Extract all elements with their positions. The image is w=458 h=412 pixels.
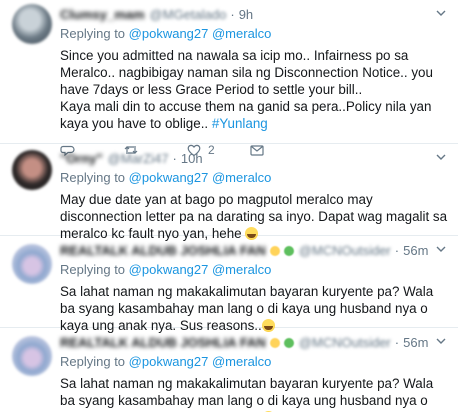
green-heart-emoji-icon — [283, 337, 294, 348]
tweet-text: May due date yan at bago po magputol mer… — [60, 191, 448, 242]
timestamp[interactable]: 56m — [403, 243, 428, 258]
tweet-body: Sa lahat naman ng makakalimutan bayaran … — [60, 284, 434, 333]
replying-to-label: Replying to — [60, 262, 126, 277]
reply-mentions[interactable]: @pokwang27 @meralco — [129, 26, 272, 41]
chevron-down-icon[interactable] — [436, 244, 446, 254]
display-name[interactable]: REALTALK ALDUB JOSHLIA FAN — [60, 243, 266, 258]
display-name[interactable]: Clumsy_mam — [60, 7, 145, 22]
replying-to: Replying to @pokwang27 @meralco — [60, 170, 448, 185]
replying-to: Replying to @pokwang27 @meralco — [60, 262, 448, 277]
user-handle[interactable]: @MCNOutsider — [299, 243, 391, 258]
chevron-down-icon[interactable] — [436, 8, 446, 18]
chevron-down-icon[interactable] — [436, 336, 446, 346]
hashtag-link[interactable]: #Yunlang — [212, 116, 268, 131]
display-name[interactable]: "Orny" — [60, 151, 103, 166]
replying-to-label: Replying to — [60, 170, 126, 185]
avatar[interactable] — [12, 150, 52, 190]
yellow-heart-emoji-icon — [269, 337, 280, 348]
separator-dot: · — [394, 335, 400, 350]
green-heart-emoji-icon — [283, 245, 294, 256]
tweet-header: REALTALK ALDUB JOSHLIA FAN @MCNOutsider … — [60, 334, 448, 351]
tweet[interactable]: Clumsy_mam @MGetalado · 9h Replying to @… — [0, 0, 458, 157]
replying-to: Replying to @pokwang27 @meralco — [60, 354, 448, 369]
user-handle[interactable]: @MCNOutsider — [299, 335, 391, 350]
avatar[interactable] — [12, 336, 52, 376]
separator-dot: · — [230, 7, 235, 22]
display-name[interactable]: REALTALK ALDUB JOSHLIA FAN — [60, 335, 266, 350]
tweet-text: Sa lahat naman ng makakalimutan bayaran … — [60, 375, 448, 412]
timestamp[interactable]: 10h — [181, 151, 203, 166]
tweet[interactable]: REALTALK ALDUB JOSHLIA FAN @MCNOutsider … — [0, 236, 458, 333]
replying-to: Replying to @pokwang27 @meralco — [60, 26, 448, 41]
timestamp[interactable]: 9h — [239, 7, 253, 22]
tweet-feed: Clumsy_mam @MGetalado · 9h Replying to @… — [0, 0, 458, 412]
timestamp[interactable]: 56m — [403, 335, 428, 350]
replying-to-label: Replying to — [60, 354, 126, 369]
reply-mentions[interactable]: @pokwang27 @meralco — [129, 354, 272, 369]
reply-mentions[interactable]: @pokwang27 @meralco — [129, 170, 272, 185]
reply-mentions[interactable]: @pokwang27 @meralco — [129, 262, 272, 277]
tweet-header: "Orny" @MarZi47 · 10h — [60, 150, 448, 167]
chevron-down-icon[interactable] — [436, 152, 446, 162]
separator-dot: · — [172, 151, 177, 166]
yellow-heart-emoji-icon — [269, 245, 280, 256]
tweet-header: Clumsy_mam @MGetalado · 9h — [60, 6, 448, 23]
user-handle[interactable]: @MGetalado — [150, 7, 227, 22]
tweet-text: Since you admitted na nawala sa icip mo.… — [60, 47, 448, 132]
separator-dot: · — [394, 243, 400, 258]
tweet[interactable]: REALTALK ALDUB JOSHLIA FAN @MCNOutsider … — [0, 328, 458, 412]
tweet-text: Sa lahat naman ng makakalimutan bayaran … — [60, 283, 448, 334]
tweet-header: REALTALK ALDUB JOSHLIA FAN @MCNOutsider … — [60, 242, 448, 259]
avatar[interactable] — [12, 244, 52, 284]
tweet-body: Sa lahat naman ng makakalimutan bayaran … — [60, 376, 434, 412]
avatar[interactable] — [12, 4, 52, 44]
tweet[interactable]: "Orny" @MarZi47 · 10h Replying to @pokwa… — [0, 144, 458, 241]
replying-to-label: Replying to — [60, 26, 126, 41]
user-handle[interactable]: @MarZi47 — [108, 151, 169, 166]
